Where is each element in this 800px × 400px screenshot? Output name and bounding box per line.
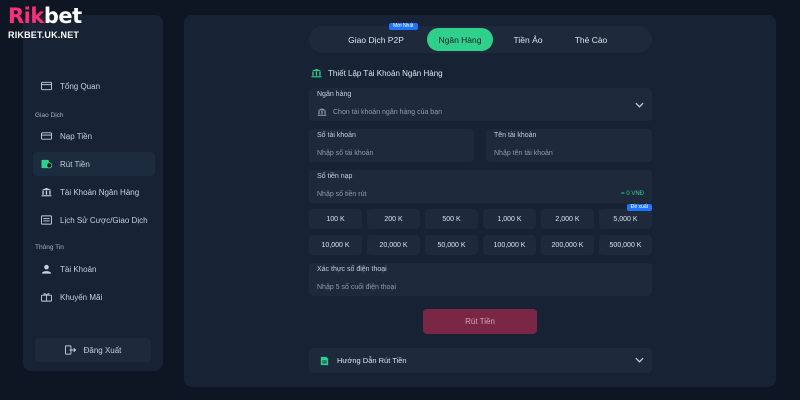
bank-icon bbox=[317, 108, 327, 116]
sidebar-item-history[interactable]: Lịch Sử Cược/Giao Dịch bbox=[33, 208, 155, 232]
sidebar-item-label: Tổng Quan bbox=[60, 81, 101, 91]
suggested-badge: Đề xuất bbox=[626, 204, 652, 211]
quick-amount-button[interactable]: 1,000 K bbox=[483, 209, 536, 229]
bank-icon bbox=[41, 187, 52, 197]
site-domain: RIKBET.UK.NET bbox=[8, 30, 80, 40]
account-name-label: Tên tài khoản bbox=[494, 132, 537, 139]
quick-amount-button[interactable]: 10,000 K bbox=[309, 235, 362, 255]
sidebar-item-label: Tài Khoản bbox=[60, 264, 97, 274]
bank-placeholder: Chọn tài khoản ngân hàng của bạn bbox=[333, 108, 442, 116]
bank-select-value: Chọn tài khoản ngân hàng của bạn bbox=[317, 108, 442, 116]
account-number-placeholder: Nhập số tài khoản bbox=[317, 150, 374, 157]
wallet-icon bbox=[41, 81, 52, 91]
withdraw-submit-button[interactable]: Rút Tiền bbox=[423, 309, 537, 334]
brand-logo[interactable]: Rikbet RIKBET.UK.NET bbox=[8, 2, 104, 48]
quick-amount-label: 5,000 K bbox=[613, 215, 638, 223]
sidebar-item-label: Khuyến Mãi bbox=[60, 292, 103, 302]
tab-scratch-card[interactable]: Thẻ Cào bbox=[561, 26, 621, 53]
tab-crypto[interactable]: Tiền Ảo bbox=[501, 26, 555, 53]
sidebar: Tổng Quan Giao Dịch Nạp Tiền Rút Tiền Tà… bbox=[23, 15, 163, 371]
account-number-field[interactable]: Số tài khoản Nhập số tài khoản bbox=[309, 129, 474, 162]
deposit-card-icon bbox=[41, 132, 52, 140]
sidebar-item-label: Nạp Tiền bbox=[60, 131, 93, 141]
quick-amount-button[interactable]: 100,000 K bbox=[483, 235, 536, 255]
bank-label: Ngân hàng bbox=[317, 91, 352, 98]
sidebar-item-deposit[interactable]: Nạp Tiền bbox=[33, 124, 155, 148]
logout-label: Đăng Xuất bbox=[83, 345, 122, 355]
sidebar-item-label: Lịch Sử Cược/Giao Dịch bbox=[60, 215, 148, 225]
document-icon bbox=[320, 356, 329, 365]
withdraw-money-icon bbox=[41, 159, 52, 169]
withdraw-guide-accordion[interactable]: Hướng Dẫn Rút Tiền bbox=[309, 348, 652, 373]
account-name-field[interactable]: Tên tài khoản Nhập tên tài khoản bbox=[486, 129, 652, 162]
logo-text: Rikbet bbox=[8, 4, 82, 28]
quick-amount-button[interactable]: 2,000 K bbox=[541, 209, 594, 229]
sidebar-item-bank-account[interactable]: Tài Khoản Ngân Hàng bbox=[33, 180, 155, 204]
quick-amount-button[interactable]: 500,000 K bbox=[599, 235, 652, 255]
bank-select[interactable]: Ngân hàng Chọn tài khoản ngân hàng của b… bbox=[309, 88, 652, 121]
bank-icon bbox=[311, 68, 322, 78]
account-number-label: Số tài khoản bbox=[317, 132, 356, 139]
phone-placeholder: Nhập 5 số cuối điện thoại bbox=[317, 284, 396, 291]
amount-field[interactable]: Số tiền nạp Nhập số tiền rút = 0 VNĐ bbox=[309, 170, 652, 203]
sidebar-item-overview[interactable]: Tổng Quan bbox=[33, 74, 155, 98]
sidebar-item-label: Tài Khoản Ngân Hàng bbox=[60, 187, 140, 197]
history-icon bbox=[41, 215, 52, 225]
sidebar-item-account[interactable]: Tài Khoản bbox=[33, 257, 155, 281]
phone-label: Xác thực số điện thoại bbox=[317, 266, 387, 273]
sidebar-heading-info: Thông Tin bbox=[35, 244, 64, 251]
quick-amount-button-suggested[interactable]: 5,000 K Đề xuất bbox=[599, 204, 652, 229]
chevron-down-icon bbox=[635, 357, 644, 363]
tab-label: Thẻ Cào bbox=[574, 34, 608, 45]
section-title-text: Thiết Lập Tài Khoản Ngân Hàng bbox=[328, 68, 443, 78]
withdraw-panel: Giao Dịch P2P Mới Nhất Ngân Hàng Tiền Ảo… bbox=[184, 15, 776, 387]
tab-label: Giao Dịch P2P bbox=[348, 34, 404, 45]
tab-label: Tiền Ảo bbox=[513, 34, 543, 45]
quick-amount-button[interactable]: 200,000 K bbox=[541, 235, 594, 255]
amount-label: Số tiền nạp bbox=[317, 173, 353, 180]
section-title: Thiết Lập Tài Khoản Ngân Hàng bbox=[311, 68, 443, 78]
quick-amount-button[interactable]: 200 K bbox=[367, 209, 420, 229]
tab-p2p[interactable]: Giao Dịch P2P Mới Nhất bbox=[331, 23, 421, 53]
sidebar-heading-transactions: Giao Dịch bbox=[35, 112, 64, 119]
chevron-down-icon bbox=[635, 102, 644, 108]
amount-placeholder: Nhập số tiền rút bbox=[317, 191, 367, 198]
new-badge: Mới Nhất bbox=[389, 23, 418, 30]
account-name-placeholder: Nhập tên tài khoản bbox=[494, 150, 553, 157]
tab-bank[interactable]: Ngân Hàng bbox=[427, 28, 493, 51]
logout-button[interactable]: Đăng Xuất bbox=[35, 338, 151, 362]
tab-label: Ngân Hàng bbox=[438, 34, 482, 45]
quick-amount-button[interactable]: 100 K bbox=[309, 209, 362, 229]
quick-amount-button[interactable]: 500 K bbox=[425, 209, 478, 229]
amount-vnd-hint: = 0 VNĐ bbox=[621, 191, 644, 197]
sidebar-item-promotions[interactable]: Khuyến Mãi bbox=[33, 285, 155, 309]
phone-verify-field[interactable]: Xác thực số điện thoại Nhập 5 số cuối đi… bbox=[309, 263, 652, 296]
sidebar-item-label: Rút Tiền bbox=[60, 159, 90, 169]
gift-icon bbox=[41, 293, 52, 302]
sidebar-item-withdraw[interactable]: Rút Tiền bbox=[33, 152, 155, 176]
quick-amount-button[interactable]: 20,000 K bbox=[367, 235, 420, 255]
payment-method-tabs: Giao Dịch P2P Mới Nhất Ngân Hàng Tiền Ảo… bbox=[309, 23, 652, 53]
user-icon bbox=[41, 264, 52, 274]
logout-icon bbox=[64, 345, 76, 355]
quick-amount-button[interactable]: 50,000 K bbox=[425, 235, 478, 255]
guide-label: Hướng Dẫn Rút Tiền bbox=[337, 356, 407, 365]
